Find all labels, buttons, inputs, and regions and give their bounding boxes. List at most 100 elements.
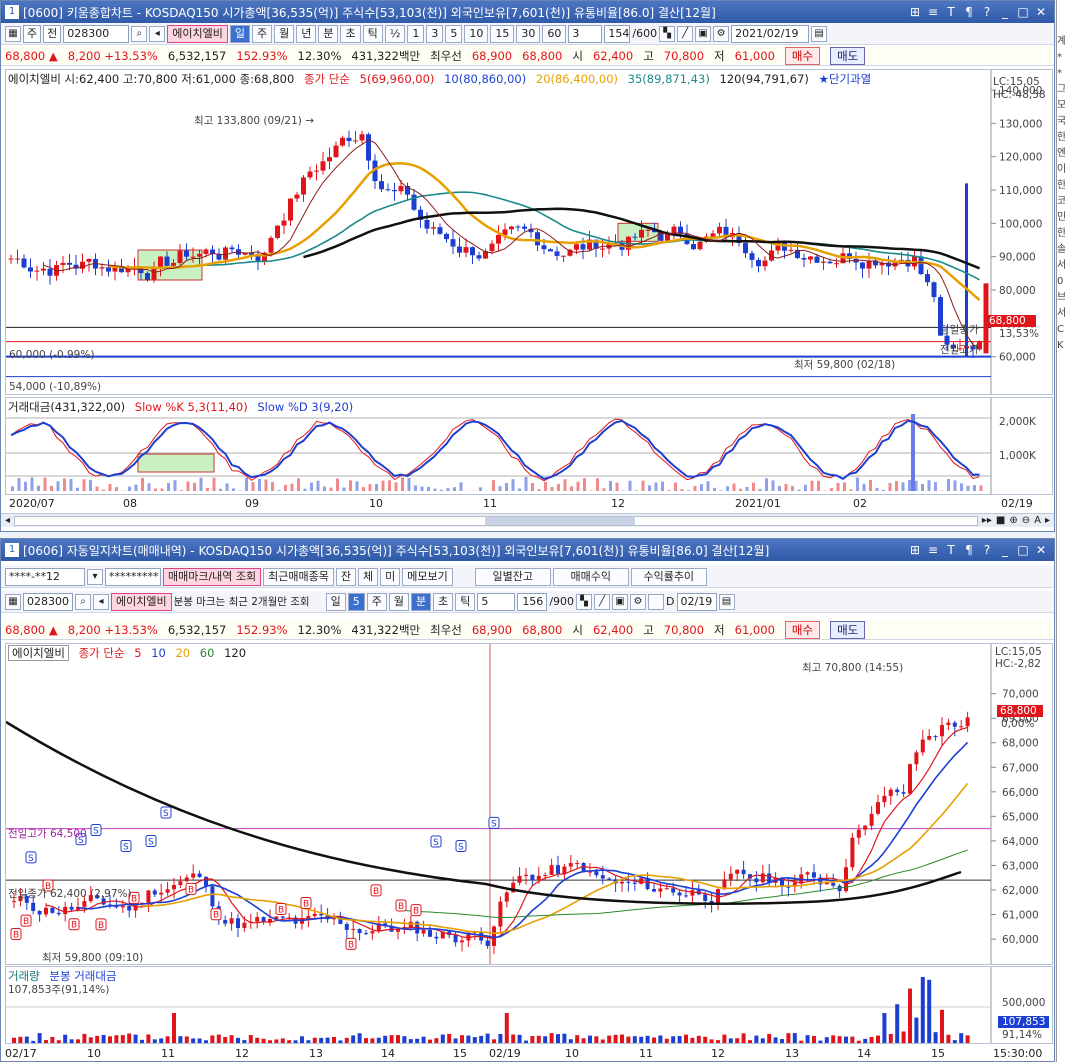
search-icon[interactable]: ⌕	[131, 25, 148, 42]
volume-chart[interactable]	[6, 967, 1053, 1044]
daily-candle-chart[interactable]: 140,000130,000120,000110,000100,00090,00…	[6, 70, 1053, 395]
n1-button[interactable]: 1	[407, 24, 425, 43]
maximize-icon[interactable]: □	[1014, 543, 1032, 557]
trade-mark-button[interactable]: 매매마크/내역 조회	[163, 567, 262, 586]
sub-select[interactable]: 전	[43, 24, 62, 43]
calendar-icon[interactable]: ▤	[718, 593, 735, 610]
n60-button[interactable]: 60	[542, 24, 567, 43]
stop-icon[interactable]: ■	[996, 515, 1005, 526]
sound-icon[interactable]: ◂	[149, 25, 166, 42]
help-icon[interactable]: ?	[978, 5, 996, 19]
buy-button[interactable]: 매수	[784, 620, 821, 639]
half-button[interactable]: ½	[384, 24, 406, 43]
scroll-thumb[interactable]	[485, 516, 636, 525]
grid-icon[interactable]: ▚	[576, 593, 593, 610]
period-month[interactable]: 월	[274, 24, 295, 43]
chart-icon[interactable]: ▦	[5, 593, 21, 610]
help-icon[interactable]: ?	[978, 543, 996, 557]
period-second[interactable]: 초	[340, 24, 361, 43]
text-icon[interactable]: T	[942, 5, 960, 19]
type-select[interactable]: 주	[23, 24, 42, 43]
pin-icon[interactable]: ¶	[960, 5, 978, 19]
search-icon[interactable]: ⌕	[75, 593, 91, 610]
link-icon[interactable]: ⊞	[906, 5, 924, 19]
minute-candle-chart[interactable]: 70,00069,00068,00067,00066,00065,00064,0…	[6, 644, 1053, 965]
scroll-bar[interactable]: ◂ ▸▸ ■ ⊕ ⊖ A ▸	[1, 513, 1054, 527]
balance-tab[interactable]: 잔	[335, 567, 357, 586]
sound-icon[interactable]: ◂	[93, 593, 109, 610]
pin-icon[interactable]: ¶	[960, 543, 978, 557]
count-input[interactable]: 156	[517, 592, 548, 611]
period-tick[interactable]: 틱	[362, 24, 383, 43]
line-icon[interactable]: ╱	[677, 25, 694, 42]
interval-select[interactable]: 5	[477, 592, 516, 611]
buy-button[interactable]: 매수	[784, 46, 821, 65]
date-input[interactable]: 2021/02/19	[731, 24, 810, 43]
scroll-right-icon[interactable]: ▸	[1045, 515, 1050, 526]
minimize-icon[interactable]: _	[996, 543, 1014, 557]
n15-button[interactable]: 15	[490, 24, 515, 43]
period-minute[interactable]: 분	[318, 24, 339, 43]
settings-icon[interactable]: ⚙	[630, 593, 647, 610]
period-day[interactable]: 일	[229, 24, 250, 43]
memo-button[interactable]: 메모보기	[402, 567, 453, 586]
password-input[interactable]: *********	[105, 567, 161, 586]
link-icon[interactable]: ⊞	[906, 543, 924, 557]
stock-name[interactable]: 에이치엘비	[167, 24, 228, 43]
sell-button[interactable]: 매도	[830, 46, 866, 65]
grid-icon[interactable]: ▚	[659, 25, 676, 42]
code-input[interactable]: 028300	[63, 24, 130, 43]
return-trend-button[interactable]: 수익률추이	[630, 567, 707, 586]
period-week[interactable]: 주	[251, 24, 273, 43]
daily-balance-button[interactable]: 일별잔고	[474, 567, 551, 586]
indicator-panel[interactable]: 거래대금(431,322,00) Slow %K 5,3(11,40) Slow…	[5, 397, 1053, 495]
text-icon[interactable]: T	[942, 543, 960, 557]
sell-button[interactable]: 매도	[830, 620, 866, 639]
settings-icon[interactable]: ⚙	[713, 25, 730, 42]
calendar-icon[interactable]: ▤	[811, 25, 828, 42]
tool-icon[interactable]: ≡	[924, 543, 942, 557]
recent-trade-button[interactable]: 최근매매종목	[263, 567, 334, 586]
close-icon[interactable]: ✕	[1032, 543, 1050, 557]
dropdown-icon[interactable]: ▾	[87, 568, 103, 585]
price-chart-panel[interactable]: 에이치엘비 시:62,400 고:70,800 저:61,000 종:68,80…	[5, 69, 1053, 395]
n5-button[interactable]: 5	[445, 24, 463, 43]
period-year[interactable]: 년	[296, 24, 317, 43]
n10-button[interactable]: 10	[464, 24, 489, 43]
close-icon[interactable]: ✕	[1032, 5, 1050, 19]
scroll-left-icon[interactable]: ◂	[5, 515, 10, 526]
unfilled-tab[interactable]: 미	[380, 567, 401, 586]
play-icon[interactable]: ▸▸	[982, 515, 992, 526]
minimize-icon[interactable]: _	[996, 5, 1014, 19]
date-checkbox[interactable]	[648, 593, 665, 610]
period-week[interactable]: 주	[366, 592, 387, 611]
n30-button[interactable]: 30	[516, 24, 541, 43]
period-day[interactable]: 일	[325, 592, 346, 611]
save-icon[interactable]: ▣	[612, 593, 629, 610]
text-icon[interactable]: A	[1034, 515, 1041, 526]
period-month[interactable]: 월	[388, 592, 409, 611]
period-minute[interactable]: 분	[410, 592, 432, 611]
count-input[interactable]: 154	[604, 24, 631, 43]
stock-name[interactable]: 에이치엘비	[111, 592, 172, 611]
period-tick[interactable]: 틱	[455, 592, 476, 611]
save-icon[interactable]: ▣	[695, 25, 712, 42]
tick-select[interactable]: 3	[568, 24, 603, 43]
line-icon[interactable]: ╱	[594, 593, 611, 610]
n3-button[interactable]: 3	[426, 24, 444, 43]
account-select[interactable]: ****-**12	[5, 567, 85, 586]
zoom-in-icon[interactable]: ⊕	[1009, 515, 1017, 526]
tool-icon[interactable]: ≡	[924, 5, 942, 19]
period-n[interactable]: 5	[347, 592, 365, 611]
minute-chart-panel[interactable]: 에이치엘비 종가 단순 5 10 20 60 120 70,000 69,000 6…	[5, 643, 1053, 965]
date-input[interactable]: 02/19	[676, 592, 717, 611]
maximize-icon[interactable]: □	[1014, 5, 1032, 19]
filled-tab[interactable]: 체	[358, 567, 379, 586]
zoom-out-icon[interactable]: ⊖	[1022, 515, 1030, 526]
scroll-track[interactable]	[14, 515, 978, 526]
chart-icon[interactable]: ▦	[5, 25, 21, 42]
volume-panel[interactable]: 거래량 분봉 거래대금 107,853주(91,14%) 500,000 107…	[5, 966, 1053, 1044]
code-input[interactable]: 028300	[23, 592, 73, 611]
period-second[interactable]: 초	[433, 592, 454, 611]
trade-profit-button[interactable]: 매매수익	[552, 567, 629, 586]
